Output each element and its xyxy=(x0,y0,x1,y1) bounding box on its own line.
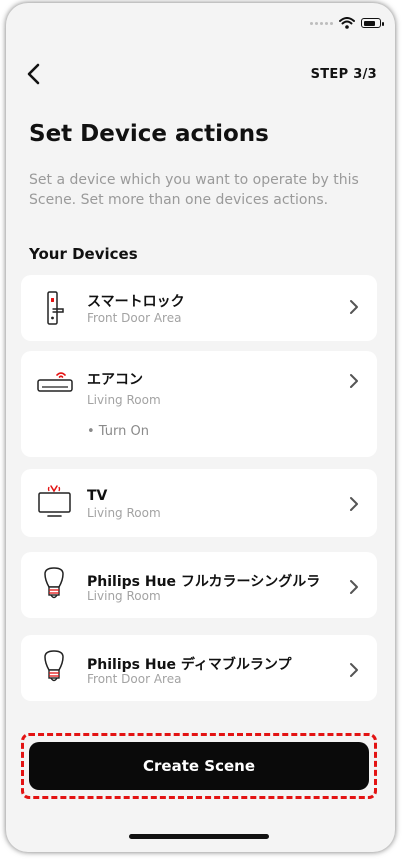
battery-icon xyxy=(361,18,384,28)
device-location: Living Room xyxy=(87,393,161,407)
device-location: Living Room xyxy=(87,506,161,520)
page-description: Set a device which you want to operate b… xyxy=(29,172,359,208)
device-card-tv[interactable]: TV Living Room xyxy=(21,469,377,537)
wifi-icon xyxy=(339,17,355,29)
create-scene-highlight: Create Scene xyxy=(21,733,377,799)
device-card-air-conditioner[interactable]: エアコン Living Room • Turn On xyxy=(21,351,377,457)
chevron-right-icon xyxy=(350,663,358,677)
chevron-right-icon xyxy=(350,497,358,511)
step-indicator: STEP 3/3 xyxy=(310,67,377,82)
device-name: Philips Hue フルカラーシングルラ xyxy=(87,574,321,590)
air-conditioner-icon xyxy=(37,372,73,392)
device-name: TV xyxy=(87,488,108,504)
create-scene-button[interactable]: Create Scene xyxy=(29,742,369,790)
chevron-left-icon xyxy=(27,63,40,85)
signal-icon xyxy=(310,21,333,25)
section-label: Your Devices xyxy=(29,245,138,263)
device-card-hue-dimmable[interactable]: Philips Hue ディマブルランプ Front Door Area xyxy=(21,635,377,701)
chevron-right-icon xyxy=(350,374,358,388)
device-name: エアコン xyxy=(87,372,143,388)
bulb-icon xyxy=(44,567,64,599)
device-action: • Turn On xyxy=(87,424,149,439)
device-location: Front Door Area xyxy=(87,311,182,325)
home-indicator[interactable] xyxy=(129,834,269,839)
device-name: スマートロック xyxy=(87,294,185,310)
device-name: Philips Hue ディマブルランプ xyxy=(87,657,292,673)
chevron-right-icon xyxy=(350,580,358,594)
bulb-icon xyxy=(44,650,64,682)
device-card-smart-lock[interactable]: スマートロック Front Door Area xyxy=(21,275,377,341)
chevron-right-icon xyxy=(350,300,358,314)
back-button[interactable] xyxy=(20,59,46,89)
tv-icon xyxy=(38,485,71,517)
page-title: Set Device actions xyxy=(29,121,269,147)
phone-screen: STEP 3/3 Set Device actions Set a device… xyxy=(6,3,395,852)
device-location: Front Door Area xyxy=(87,672,182,686)
device-card-hue-full-color[interactable]: Philips Hue フルカラーシングルラ Living Room xyxy=(21,552,377,618)
device-location: Living Room xyxy=(87,589,161,603)
smart-lock-icon xyxy=(47,291,64,325)
status-bar xyxy=(310,17,384,29)
